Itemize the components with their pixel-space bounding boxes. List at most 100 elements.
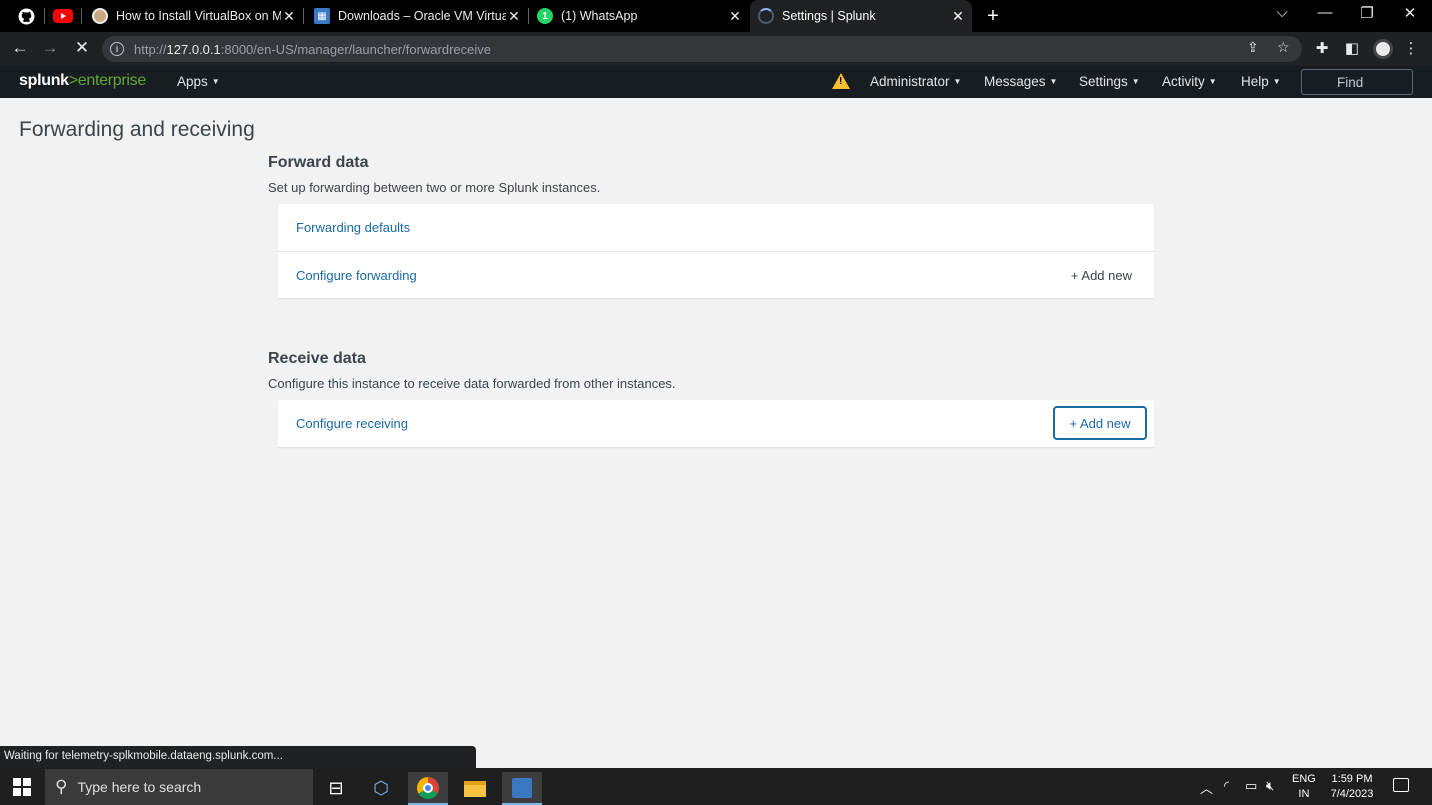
address-bar[interactable]: i http://127.0.0.1:8000/en-US/manager/la… — [102, 36, 1302, 62]
restore-button[interactable]: ❐ — [1355, 4, 1379, 22]
page-title: Forwarding and receiving — [19, 118, 255, 141]
logo-main-text: splunk — [19, 72, 69, 89]
url-host: 127.0.0.1 — [166, 41, 221, 57]
find-input[interactable]: Find — [1301, 69, 1413, 95]
forwarding-defaults-link[interactable]: Forwarding defaults — [296, 220, 410, 235]
splunk-nav-bar: splunk>enterprise Apps ▼ ! Administrator ▼… — [0, 66, 1432, 98]
browser-tab[interactable]: How to Install VirtualBox on Mac ✕ — [84, 0, 303, 32]
clock-date: 7/4/2023 — [1330, 788, 1374, 800]
activity-menu[interactable]: Activity ▼ — [1162, 74, 1217, 89]
show-hidden-icons-icon[interactable]: ︿ — [1200, 778, 1213, 797]
tab-title: Downloads – Oracle VM VirtualBox — [338, 9, 506, 23]
forward-button[interactable]: → — [38, 38, 62, 58]
settings-menu[interactable]: Settings ▼ — [1079, 74, 1140, 89]
receive-data-heading: Receive data — [268, 350, 366, 367]
task-view-icon[interactable]: ⊟ — [316, 772, 356, 805]
caret-down-icon: ▼ — [1208, 77, 1217, 86]
configure-forwarding-link[interactable]: Configure forwarding — [296, 268, 417, 283]
receive-data-description: Configure this instance to receive data … — [268, 376, 676, 391]
virtualbox-icon: ▦ — [314, 8, 330, 24]
battery-icon[interactable]: ▭ — [1245, 778, 1257, 794]
taskbar-search-placeholder: Type here to search — [77, 779, 202, 795]
apps-menu[interactable]: Apps ▼ — [177, 74, 220, 89]
minimize-button[interactable]: — — [1313, 4, 1337, 21]
forward-data-card: Forwarding defaults Configure forwarding… — [278, 204, 1154, 298]
github-icon — [18, 8, 34, 24]
extensions-icon[interactable]: ✚ — [1312, 39, 1332, 57]
add-new-receiving-button[interactable]: + Add new — [1053, 406, 1147, 440]
windows-taskbar: ⚲ Type here to search ⊟ ⬡ ︿ ◜ ▭ 🔇︎ ENG I… — [0, 768, 1432, 805]
windows-start-icon[interactable] — [13, 778, 31, 796]
virtualbox-taskbar-icon[interactable]: ⬡ — [361, 772, 401, 805]
bookmark-star-icon[interactable]: ☆ — [1277, 39, 1290, 56]
browser-tab[interactable]: 1 (1) WhatsApp ✕ — [529, 0, 749, 32]
tab-close-icon[interactable]: ✕ — [506, 8, 522, 25]
youtube-pinned-tab[interactable] — [51, 5, 75, 27]
whatsapp-icon: 1 — [537, 8, 553, 24]
search-icon: ⚲ — [55, 777, 68, 796]
side-panel-icon[interactable]: ◧ — [1342, 39, 1362, 57]
splunk-logo[interactable]: splunk>enterprise — [19, 72, 146, 90]
add-new-forwarding-button[interactable]: + Add new — [1071, 268, 1132, 283]
tab-search-icon[interactable]: ⌵ — [1270, 4, 1294, 21]
administrator-menu[interactable]: Administrator ▼ — [870, 74, 961, 89]
messages-menu[interactable]: Messages ▼ — [984, 74, 1057, 89]
administrator-menu-label: Administrator — [870, 74, 950, 89]
browser-status-bar: Waiting for telemetry-splkmobile.dataeng… — [0, 746, 476, 768]
youtube-icon — [53, 9, 73, 23]
browser-tab[interactable]: ▦ Downloads – Oracle VM VirtualBox ✕ — [306, 0, 528, 32]
tab-close-icon[interactable]: ✕ — [727, 8, 743, 25]
new-tab-button[interactable]: + — [983, 5, 1003, 28]
receive-data-card: Configure receiving + Add new — [278, 400, 1154, 447]
help-menu[interactable]: Help ▼ — [1241, 74, 1281, 89]
profile-avatar[interactable] — [1373, 39, 1393, 59]
back-button[interactable]: ← — [8, 38, 32, 58]
language-indicator[interactable]: ENG IN — [1292, 772, 1316, 802]
logo-suffix-text: >enterprise — [68, 72, 147, 89]
forwarding-defaults-row: Forwarding defaults — [278, 204, 1154, 251]
browser-toolbar: ← → ✕ i http://127.0.0.1:8000/en-US/mana… — [0, 32, 1432, 66]
help-menu-label: Help — [1241, 74, 1269, 89]
activity-menu-label: Activity — [1162, 74, 1205, 89]
site-info-icon[interactable]: i — [110, 42, 124, 56]
tab-close-icon[interactable]: ✕ — [281, 8, 297, 25]
file-explorer-taskbar-icon[interactable] — [455, 772, 495, 805]
app-taskbar-icon[interactable] — [502, 772, 542, 805]
notification-center-icon[interactable] — [1393, 778, 1409, 792]
stop-loading-button[interactable]: ✕ — [70, 38, 94, 58]
forward-data-description: Set up forwarding between two or more Sp… — [268, 180, 601, 195]
caret-down-icon: ▼ — [1131, 77, 1140, 86]
url-path: :8000/en-US/manager/launcher/forwardrece… — [220, 41, 492, 57]
forward-data-heading: Forward data — [268, 154, 369, 171]
warning-icon[interactable]: ! — [832, 73, 850, 89]
configure-forwarding-row: Configure forwarding + Add new — [278, 251, 1154, 298]
blue-app-icon — [512, 777, 532, 798]
volume-muted-icon[interactable]: 🔇︎ — [1266, 778, 1274, 794]
tab-title: (1) WhatsApp — [561, 9, 638, 23]
taskbar-search-input[interactable]: ⚲ Type here to search — [45, 769, 313, 805]
caret-down-icon: ▼ — [1272, 77, 1281, 86]
taskbar-clock[interactable]: 1:59 PM 7/4/2023 — [1326, 772, 1378, 802]
browser-menu-icon[interactable]: ⋮ — [1401, 39, 1421, 57]
configure-receiving-link[interactable]: Configure receiving — [296, 416, 408, 431]
configure-receiving-row: Configure receiving + Add new — [278, 400, 1154, 447]
chrome-icon — [417, 776, 439, 799]
language-code: ENG — [1292, 773, 1316, 785]
apps-menu-label: Apps — [177, 74, 208, 89]
share-icon[interactable]: ⇪ — [1247, 39, 1259, 56]
settings-menu-label: Settings — [1079, 74, 1128, 89]
virtualbox-site-icon — [92, 8, 108, 24]
messages-menu-label: Messages — [984, 74, 1046, 89]
close-window-button[interactable]: ✕ — [1398, 4, 1422, 22]
github-pinned-tab[interactable] — [14, 5, 38, 27]
tab-title: Settings | Splunk — [782, 9, 876, 23]
network-icon[interactable]: ◜ — [1224, 778, 1229, 794]
tab-title: How to Install VirtualBox on Mac — [116, 9, 281, 23]
tab-close-icon[interactable]: ✕ — [950, 8, 966, 25]
browser-tab-active[interactable]: Settings | Splunk ✕ — [750, 0, 972, 32]
browser-tab-strip: How to Install VirtualBox on Mac ✕ ▦ Dow… — [0, 0, 1432, 32]
chrome-taskbar-icon[interactable] — [408, 772, 448, 805]
caret-down-icon: ▼ — [953, 77, 962, 86]
url-prefix: http:// — [134, 41, 167, 57]
loading-spinner-icon — [758, 8, 774, 24]
